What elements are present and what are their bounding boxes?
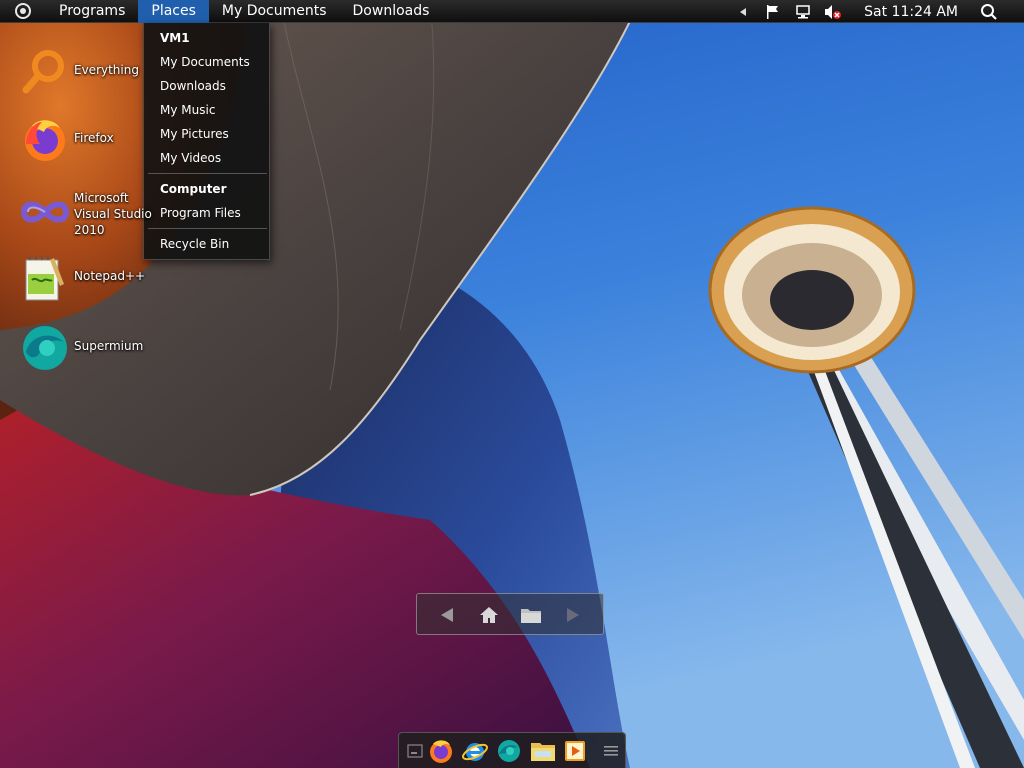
supermium-icon	[20, 322, 70, 372]
dock-taskbar	[398, 732, 626, 768]
firefox-icon[interactable]	[427, 737, 455, 765]
firefox-icon	[20, 114, 70, 164]
desktop-icon-everything[interactable]: Everything	[18, 42, 168, 98]
desktop-icon-label: Notepad++	[74, 269, 146, 283]
menu-places[interactable]: Places	[138, 0, 209, 23]
supermium-icon[interactable]	[495, 737, 523, 765]
folder-icon[interactable]	[517, 602, 545, 628]
volume-muted-icon[interactable]	[822, 0, 844, 23]
network-icon[interactable]	[792, 0, 814, 23]
top-menu-bar: Programs Places My Documents Downloads S…	[0, 0, 1024, 23]
desktop-icon-supermium[interactable]: Supermium	[18, 318, 168, 374]
notepadpp-icon	[20, 254, 70, 304]
home-icon[interactable]	[475, 602, 503, 628]
forward-arrow-icon[interactable]	[559, 602, 587, 628]
clock[interactable]: Sat 11:24 AM	[864, 4, 958, 20]
system-tray: Sat 11:24 AM	[724, 0, 1024, 23]
show-desktop-icon[interactable]	[401, 737, 429, 765]
file-explorer-icon[interactable]	[529, 737, 557, 765]
desktop-icon-firefox[interactable]: Firefox	[18, 110, 168, 166]
menu-separator	[148, 173, 267, 174]
menu-downloads[interactable]: Downloads	[340, 0, 443, 23]
places-item-my-music[interactable]: My Music	[160, 100, 215, 120]
menu-programs[interactable]: Programs	[46, 0, 138, 23]
places-item-my-pictures[interactable]: My Pictures	[160, 124, 229, 144]
media-player-icon[interactable]	[561, 737, 589, 765]
everything-search-icon	[20, 46, 70, 96]
desktop-icon-label: Everything	[74, 63, 139, 77]
expand-tray-arrow-icon[interactable]	[732, 0, 754, 23]
internet-explorer-icon[interactable]	[461, 737, 489, 765]
search-icon[interactable]	[978, 0, 1000, 23]
desktop-icon-visual-studio[interactable]: Microsoft Visual Studio 2010	[18, 180, 168, 237]
places-item-program-files[interactable]: Program Files	[160, 203, 241, 223]
places-item-downloads[interactable]: Downloads	[160, 76, 226, 96]
visual-studio-icon	[20, 184, 70, 234]
start-orb-icon[interactable]	[0, 0, 46, 23]
desktop-icon-label: Supermium	[74, 339, 144, 353]
back-arrow-icon[interactable]	[433, 602, 461, 628]
desktop-icon-notepadpp[interactable]: Notepad++	[18, 250, 168, 306]
desktop-icon-label: Firefox	[74, 131, 114, 145]
places-header-computer[interactable]: Computer	[160, 179, 226, 199]
dock-menu-icon[interactable]	[597, 737, 625, 765]
explorer-nav-panel	[416, 593, 604, 635]
places-item-recycle-bin[interactable]: Recycle Bin	[160, 234, 229, 254]
flag-icon[interactable]	[762, 0, 784, 23]
menu-my-documents[interactable]: My Documents	[209, 0, 340, 23]
places-item-my-videos[interactable]: My Videos	[160, 148, 221, 168]
places-item-my-documents[interactable]: My Documents	[160, 52, 250, 72]
desktop-icon-label: Microsoft Visual Studio 2010	[74, 191, 152, 237]
